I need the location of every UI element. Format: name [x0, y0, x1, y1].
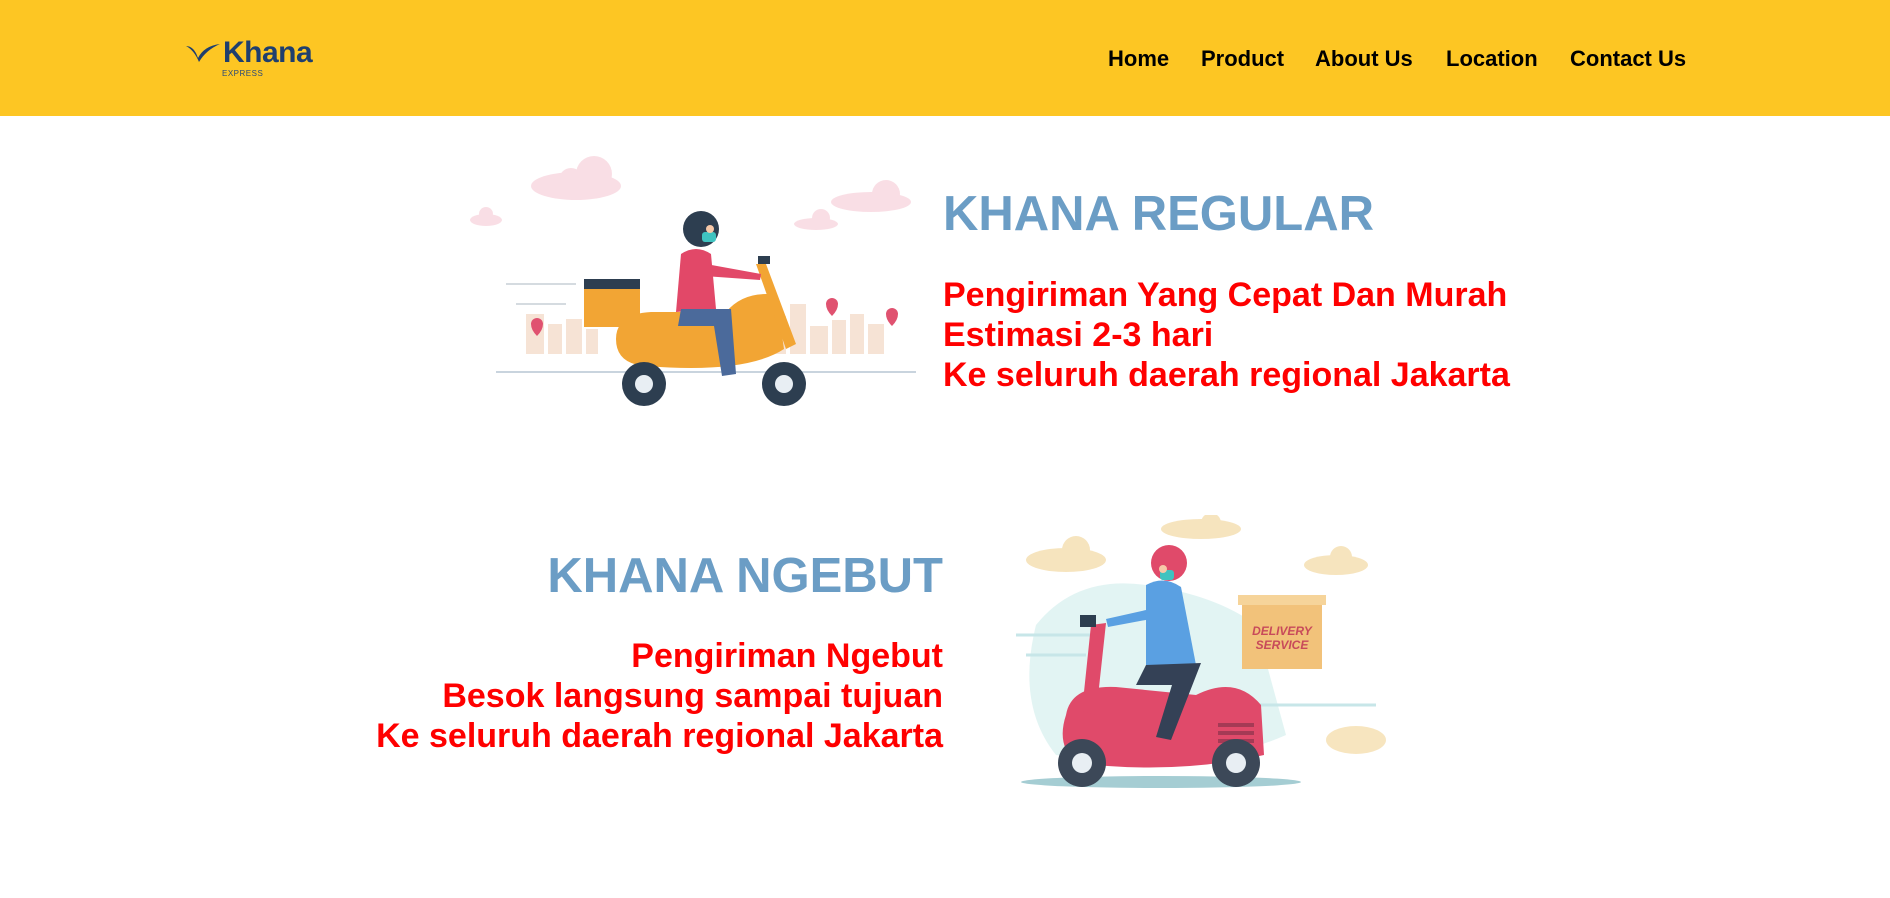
- section-title: KHANA REGULAR: [943, 187, 1374, 241]
- scooter-courier-illustration: [470, 156, 916, 406]
- section-line: Besok langsung sampai tujuan: [442, 677, 943, 715]
- box-label-line: DELIVERY: [1252, 624, 1313, 638]
- nav-location[interactable]: Location: [1446, 46, 1538, 72]
- section-line: Pengiriman Ngebut: [631, 637, 943, 675]
- main-nav: Home Product About Us Location Contact U…: [0, 46, 1890, 72]
- delivery-scooter-illustration: DELIVERY SERVICE: [1016, 515, 1386, 788]
- section-line: Ke seluruh daerah regional Jakarta: [943, 356, 1510, 394]
- section-line: Ke seluruh daerah regional Jakarta: [376, 717, 943, 755]
- nav-contact-us[interactable]: Contact Us: [1570, 46, 1686, 72]
- section-line: Pengiriman Yang Cepat Dan Murah: [943, 276, 1508, 314]
- box-label-line: SERVICE: [1256, 638, 1310, 652]
- section-line: Estimasi 2-3 hari: [943, 316, 1214, 354]
- nav-product[interactable]: Product: [1201, 46, 1284, 72]
- section-title: KHANA NGEBUT: [547, 549, 943, 603]
- nav-home[interactable]: Home: [1108, 46, 1169, 72]
- site-header: Khana EXPRESS Home Product About Us Loca…: [0, 0, 1890, 116]
- nav-about-us[interactable]: About Us: [1315, 46, 1413, 72]
